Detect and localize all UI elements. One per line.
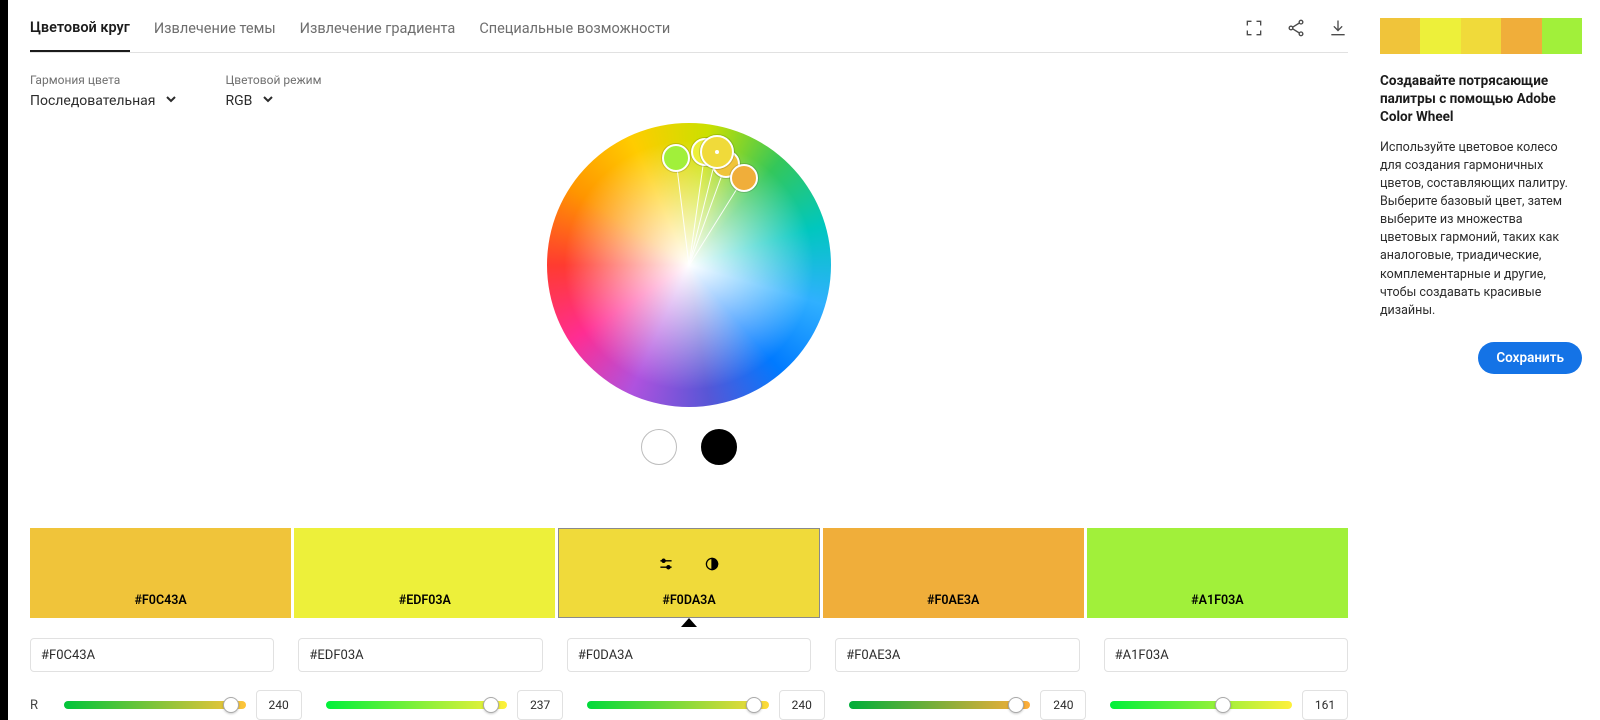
sidebar-text: Используйте цветовое колесо для создания… (1380, 139, 1582, 320)
harmony-value: Последовательная (30, 93, 155, 109)
swatch[interactable]: #A1F03A (1087, 528, 1348, 618)
save-button[interactable]: Сохранить (1478, 342, 1582, 374)
bg-white-button[interactable] (641, 429, 677, 465)
slider-r[interactable]: 237 (326, 690, 564, 720)
bg-black-button[interactable] (701, 429, 737, 465)
swatch-hex: #EDF03A (399, 593, 451, 608)
fullscreen-icon[interactable] (1244, 18, 1264, 42)
chevron-down-icon (262, 93, 274, 109)
mini-swatch (1461, 18, 1501, 54)
slider-r-value[interactable]: 237 (517, 690, 563, 720)
slider-r-value[interactable]: 240 (779, 690, 825, 720)
swatch-hex: #F0DA3A (662, 593, 715, 608)
wheel-marker[interactable] (700, 135, 734, 169)
mini-swatch (1380, 18, 1420, 54)
mini-palette (1380, 18, 1582, 54)
tab-accessibility[interactable]: Специальные возможности (479, 20, 670, 51)
hex-input[interactable]: #EDF03A (298, 638, 542, 672)
swatch-hex: #F0C43A (134, 593, 186, 608)
swatch-hex: #A1F03A (1191, 593, 1243, 608)
wheel-marker[interactable] (730, 164, 758, 192)
swatches-row: #F0C43A #EDF03A #F0DA3A #F0AE3A #A1F03A (30, 528, 1348, 618)
mini-swatch (1501, 18, 1541, 54)
share-icon[interactable] (1286, 18, 1306, 42)
wheel-marker[interactable] (662, 144, 690, 172)
tab-extract-gradient[interactable]: Извлечение градиента (300, 20, 456, 51)
sidebar-title: Создавайте потрясающие палитры с помощью… (1380, 72, 1582, 127)
tab-extract-theme[interactable]: Извлечение темы (154, 20, 276, 51)
slider-r-value[interactable]: 240 (1040, 690, 1086, 720)
mode-value: RGB (225, 93, 252, 109)
hex-input[interactable]: #F0C43A (30, 638, 274, 672)
slider-r-value[interactable]: 240 (256, 690, 302, 720)
hex-input-row: #F0C43A #EDF03A #F0DA3A #F0AE3A #A1F03A (30, 638, 1348, 672)
hex-input[interactable]: #F0DA3A (567, 638, 811, 672)
sliders-icon[interactable] (658, 556, 674, 576)
hex-input[interactable]: #A1F03A (1104, 638, 1348, 672)
mini-swatch (1542, 18, 1582, 54)
harmony-label: Гармония цвета (30, 73, 177, 87)
slider-r-value[interactable]: 161 (1302, 690, 1348, 720)
slider-r[interactable]: 240 (587, 690, 825, 720)
swatch-hex: #F0AE3A (927, 593, 979, 608)
swatch[interactable]: #F0AE3A (823, 528, 1084, 618)
color-wheel[interactable] (547, 123, 831, 407)
contrast-icon[interactable] (704, 556, 720, 576)
swatch[interactable]: #EDF03A (294, 528, 555, 618)
slider-r[interactable]: 240 (849, 690, 1087, 720)
swatch[interactable]: #F0C43A (30, 528, 291, 618)
tabs-bar: Цветовой круг Извлечение темы Извлечение… (30, 0, 1348, 53)
harmony-select[interactable]: Последовательная (30, 93, 177, 109)
mini-swatch (1420, 18, 1460, 54)
mode-select[interactable]: RGB (225, 93, 321, 109)
slider-r[interactable]: 161 (1110, 690, 1348, 720)
tab-color-wheel[interactable]: Цветовой круг (30, 19, 130, 52)
swatch[interactable]: #F0DA3A (558, 528, 819, 618)
download-icon[interactable] (1328, 18, 1348, 42)
slider-r-label: R (30, 698, 40, 713)
slider-r[interactable]: 240 (64, 690, 302, 720)
chevron-down-icon (165, 93, 177, 109)
mode-label: Цветовой режим (225, 73, 321, 87)
hex-input[interactable]: #F0AE3A (835, 638, 1079, 672)
